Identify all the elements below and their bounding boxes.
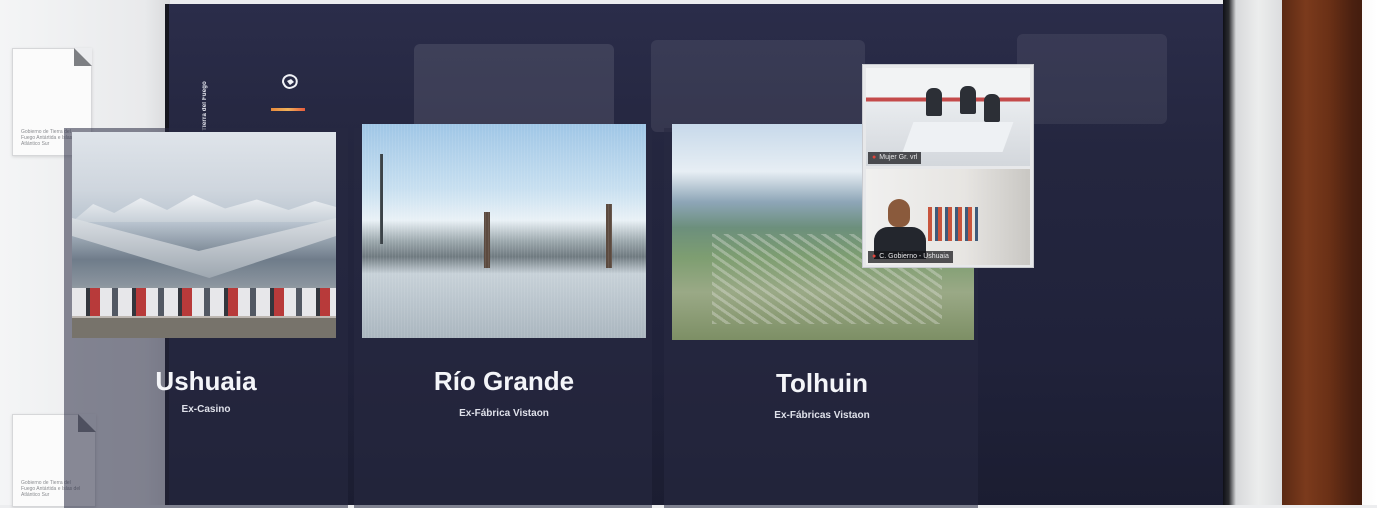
brand-logo-icon <box>281 74 298 89</box>
card-title: Río Grande <box>433 366 575 396</box>
card-subtitle: Ex-Fábrica Vistaon <box>459 408 549 419</box>
participant-name: C. Gobierno - Ushuaia <box>879 253 949 260</box>
participant-head <box>888 199 910 227</box>
participant-name: Mujer Gr. vrl <box>879 154 918 161</box>
participant-figure <box>960 86 976 114</box>
meeting-table <box>902 122 1014 152</box>
building-roof <box>72 218 336 278</box>
muted-mic-icon: ● <box>872 154 877 161</box>
card-title: Tolhuin <box>776 368 868 398</box>
video-call-panel: ● Mujer Gr. vrl ● C. Gobierno - Ushuaia <box>862 64 1034 268</box>
snowy-mountains <box>72 195 336 222</box>
video-tile[interactable]: ● Mujer Gr. vrl <box>866 68 1030 166</box>
participant-figure <box>984 94 1000 122</box>
screen-reflection <box>414 44 614 130</box>
gate-post <box>484 212 490 268</box>
parked-cars <box>72 288 336 316</box>
participant-name-tag: ● C. Gobierno - Ushuaia <box>868 251 953 263</box>
screen-reflection <box>1017 34 1167 124</box>
card-subtitle: Ex-Fábricas Vistaon <box>774 410 870 421</box>
lamp-pole <box>380 154 383 244</box>
participant-figure <box>926 88 942 116</box>
muted-mic-icon: ● <box>872 253 877 260</box>
gate-post <box>606 204 612 268</box>
pavement <box>72 318 336 338</box>
bookshelf <box>928 207 978 241</box>
rio-grande-photo <box>362 124 646 338</box>
card-title: Ushuaia <box>155 366 257 396</box>
participant-name-tag: ● Mujer Gr. vrl <box>868 152 922 164</box>
card-subtitle: Ex-Casino <box>181 404 231 415</box>
video-tile[interactable]: ● C. Gobierno - Ushuaia <box>866 169 1030 265</box>
ushuaia-photo <box>72 132 336 338</box>
screen-reflection <box>651 40 865 132</box>
screen-bezel-right <box>1223 0 1282 505</box>
brand-accent-bar <box>271 108 305 111</box>
wall-edge <box>1362 0 1377 505</box>
